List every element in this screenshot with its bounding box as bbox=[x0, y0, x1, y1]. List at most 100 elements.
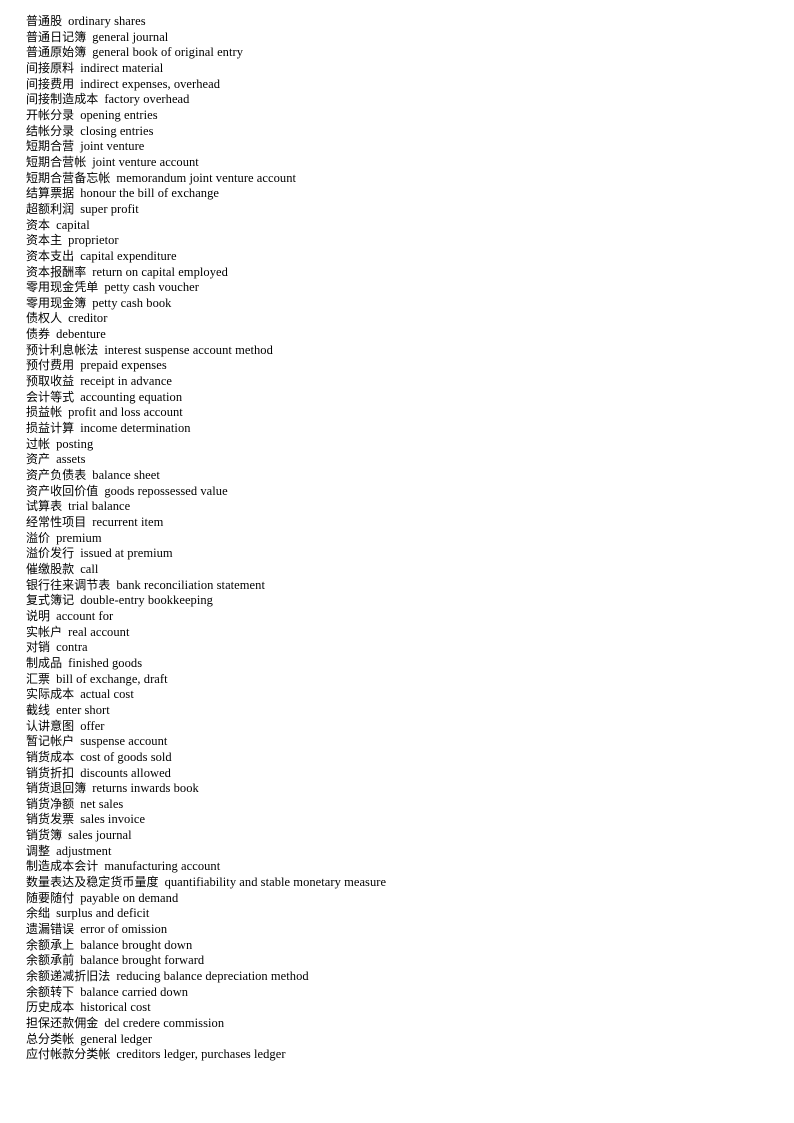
glossary-entry: 开帐分录 opening entries bbox=[26, 108, 794, 124]
glossary-definition: manufacturing account bbox=[104, 859, 221, 874]
glossary-definition: call bbox=[80, 561, 99, 576]
glossary-entry: 制成品 finished goods bbox=[26, 656, 794, 672]
glossary-term: 催缴股款 bbox=[26, 561, 75, 576]
glossary-entry: 历史成本 historical cost bbox=[26, 1000, 794, 1016]
glossary-term: 实际成本 bbox=[26, 687, 75, 702]
glossary-entry: 数量表达及稳定货币量度 quantifiability and stable mo… bbox=[26, 875, 794, 891]
glossary-entry: 预计利息帐法 interest suspense account method bbox=[26, 343, 794, 359]
glossary-term: 对销 bbox=[26, 640, 51, 655]
glossary-definition: ordinary shares bbox=[68, 14, 146, 28]
glossary-definition: returns inwards book bbox=[92, 781, 199, 796]
glossary-entry: 说明 account for bbox=[26, 609, 794, 625]
glossary-entry: 认讲意图 offer bbox=[26, 719, 794, 735]
glossary-definition: return on capital employed bbox=[92, 264, 228, 279]
glossary-term: 预取收益 bbox=[26, 374, 75, 389]
glossary-term: 余额承上 bbox=[26, 937, 75, 952]
glossary-entry: 银行往来调节表 bank reconciliation statement bbox=[26, 578, 794, 594]
glossary-definition: del credere commission bbox=[104, 1016, 225, 1030]
glossary-entry: 制造成本会计 manufacturing account bbox=[26, 859, 794, 875]
glossary-entry: 债权人 creditor bbox=[26, 311, 794, 327]
glossary-definition: petty cash voucher bbox=[104, 280, 199, 295]
glossary-term: 销货净额 bbox=[26, 796, 75, 811]
glossary-definition: proprietor bbox=[68, 233, 119, 248]
glossary-definition: net sales bbox=[80, 796, 124, 811]
glossary-term: 复式簿记 bbox=[26, 593, 75, 608]
glossary-definition: receipt in advance bbox=[80, 374, 173, 389]
glossary-entry: 资产收回价值 goods repossessed value bbox=[26, 484, 794, 500]
glossary-entry: 预付费用 prepaid expenses bbox=[26, 358, 794, 374]
glossary-entry: 会计等式 accounting equation bbox=[26, 390, 794, 406]
glossary-definition: accounting equation bbox=[80, 389, 183, 404]
glossary-entry: 短期合营帐 joint venture account bbox=[26, 155, 794, 171]
glossary-definition: enter short bbox=[56, 702, 110, 717]
glossary-term: 经常性项目 bbox=[26, 515, 87, 529]
glossary-term: 说明 bbox=[26, 608, 51, 623]
glossary-entry: 溢价发行 issued at premium bbox=[26, 546, 794, 562]
glossary-definition: payable on demand bbox=[80, 890, 179, 905]
glossary-entry: 余额承上 balance brought down bbox=[26, 938, 794, 954]
glossary-term: 担保还款佣金 bbox=[26, 1016, 99, 1030]
glossary-entry: 催缴股款 call bbox=[26, 562, 794, 578]
glossary-definition: balance sheet bbox=[92, 468, 160, 483]
glossary-entry: 结算票据 honour the bill of exchange bbox=[26, 186, 794, 202]
glossary-definition: historical cost bbox=[80, 1000, 151, 1015]
glossary-entry: 溢价 premium bbox=[26, 531, 794, 547]
glossary-entry: 资本支出 capital expenditure bbox=[26, 249, 794, 265]
glossary-term: 数量表达及稳定货币量度 bbox=[26, 875, 159, 890]
glossary-entry: 随要随付 payable on demand bbox=[26, 891, 794, 907]
glossary-definition: indirect expenses, overhead bbox=[80, 76, 221, 91]
glossary-definition: sales invoice bbox=[80, 812, 146, 827]
glossary-list: 普通股 ordinary shares 普通日记簿 general journal 普通… bbox=[26, 14, 794, 1063]
glossary-definition: petty cash book bbox=[92, 295, 172, 310]
glossary-definition: adjustment bbox=[56, 843, 112, 858]
glossary-definition: debenture bbox=[56, 327, 106, 342]
glossary-entry: 普通原始簿 general book of original entry bbox=[26, 45, 794, 61]
glossary-definition: joint venture account bbox=[92, 154, 199, 169]
glossary-entry: 实帐户 real account bbox=[26, 625, 794, 641]
glossary-definition: bill of exchange, draft bbox=[56, 671, 168, 686]
glossary-definition: error of omission bbox=[80, 922, 168, 937]
glossary-definition: joint venture bbox=[80, 139, 145, 154]
glossary-term: 资产 bbox=[26, 452, 51, 467]
glossary-entry: 短期合营备忘帐 memorandum joint venture account bbox=[26, 171, 794, 187]
glossary-term: 调整 bbox=[26, 843, 51, 858]
glossary-entry: 对销 contra bbox=[26, 640, 794, 656]
glossary-definition: double-entry bookkeeping bbox=[80, 593, 213, 608]
glossary-term: 制造成本会计 bbox=[26, 859, 99, 874]
glossary-entry: 余额转下 balance carried down bbox=[26, 985, 794, 1001]
glossary-term: 余绌 bbox=[26, 906, 51, 921]
glossary-definition: actual cost bbox=[80, 687, 134, 702]
glossary-entry: 试算表 trial balance bbox=[26, 499, 794, 515]
glossary-term: 普通日记簿 bbox=[26, 29, 87, 44]
glossary-entry: 余额承前 balance brought forward bbox=[26, 953, 794, 969]
glossary-entry: 遗漏错误 error of omission bbox=[26, 922, 794, 938]
glossary-definition: general journal bbox=[92, 29, 169, 44]
glossary-definition: general book of original entry bbox=[92, 45, 244, 60]
glossary-definition: creditors ledger, purchases ledger bbox=[116, 1047, 286, 1062]
glossary-term: 余额递减折旧法 bbox=[26, 969, 111, 984]
glossary-definition: offer bbox=[80, 718, 105, 733]
glossary-term: 历史成本 bbox=[26, 1000, 75, 1015]
glossary-term: 试算表 bbox=[26, 499, 63, 514]
glossary-term: 销货簿 bbox=[26, 828, 63, 843]
glossary-term: 结算票据 bbox=[26, 186, 75, 201]
glossary-entry: 暂记帐户 suspense account bbox=[26, 734, 794, 750]
glossary-definition: finished goods bbox=[68, 655, 143, 670]
glossary-definition: profit and loss account bbox=[68, 405, 183, 420]
glossary-term: 零用现金凭单 bbox=[26, 280, 99, 295]
glossary-definition: closing entries bbox=[80, 123, 154, 138]
glossary-term: 开帐分录 bbox=[26, 107, 75, 122]
glossary-entry: 销货折扣 discounts allowed bbox=[26, 766, 794, 782]
glossary-term: 损益计算 bbox=[26, 421, 75, 436]
document-page: 普通股 ordinary shares 普通日记簿 general journal 普通… bbox=[0, 0, 794, 1123]
glossary-term: 暂记帐户 bbox=[26, 734, 75, 749]
glossary-definition: cost of goods sold bbox=[80, 749, 172, 764]
glossary-entry: 资本报酬率 return on capital employed bbox=[26, 265, 794, 281]
glossary-term: 预计利息帐法 bbox=[26, 342, 99, 357]
glossary-entry: 资本 capital bbox=[26, 218, 794, 234]
glossary-definition: trial balance bbox=[68, 499, 131, 514]
glossary-definition: surplus and deficit bbox=[56, 906, 150, 921]
glossary-entry: 应付帐款分类帐 creditors ledger, purchases ledge… bbox=[26, 1047, 794, 1063]
glossary-entry: 总分类帐 general ledger bbox=[26, 1032, 794, 1048]
glossary-definition: balance carried down bbox=[80, 984, 189, 999]
